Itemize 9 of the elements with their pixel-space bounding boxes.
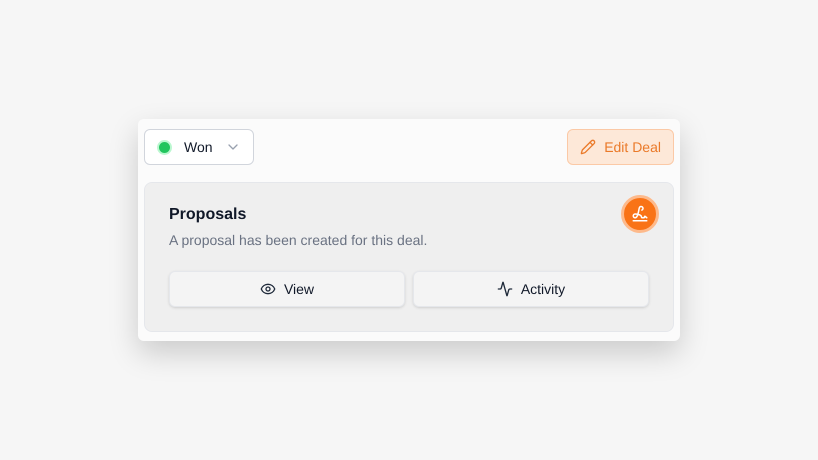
- section-description: A proposal has been created for this deal.: [169, 231, 428, 250]
- status-dropdown[interactable]: Won: [144, 129, 254, 165]
- eye-icon: [260, 281, 276, 297]
- pencil-icon: [580, 139, 596, 155]
- activity-button[interactable]: Activity: [413, 271, 649, 307]
- pulse-icon: [496, 281, 513, 297]
- signature-icon: [631, 205, 649, 223]
- section-title: Proposals: [169, 205, 246, 225]
- view-button[interactable]: View: [169, 271, 405, 307]
